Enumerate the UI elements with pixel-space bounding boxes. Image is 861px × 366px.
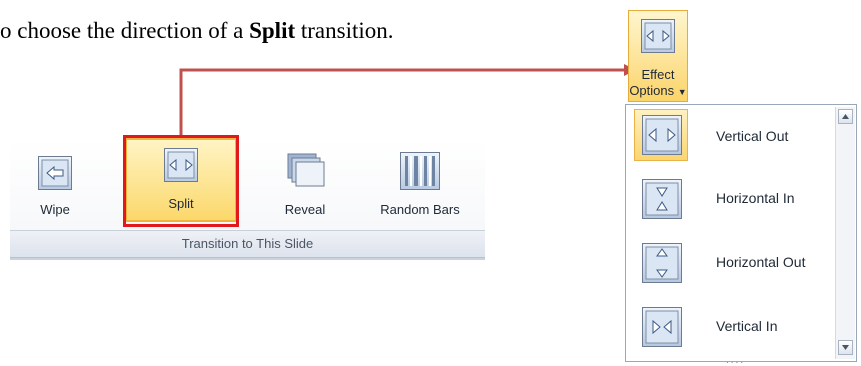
wipe-button[interactable]: Wipe	[25, 144, 85, 224]
chevron-down-icon	[842, 345, 849, 350]
group-label: Transition to This Slide	[10, 230, 485, 258]
menu-item-horizontal-in[interactable]: Horizontal In	[628, 169, 833, 227]
effect-options-dropdown: Vertical Out Horizontal In Horizontal Ou…	[625, 104, 857, 366]
ribbon-divider	[10, 258, 485, 260]
reveal-icon	[286, 152, 326, 190]
reveal-button[interactable]: Reveal	[270, 144, 340, 224]
wipe-label: Wipe	[40, 202, 70, 217]
menu-item-label: Horizontal In	[716, 190, 795, 206]
split-highlight-box	[123, 135, 239, 227]
effect-options-label-line2: Options ▼	[629, 83, 687, 98]
horizontal-in-icon	[642, 179, 682, 219]
wipe-icon	[38, 156, 72, 190]
chevron-up-icon	[842, 114, 849, 119]
scroll-up-button[interactable]	[838, 109, 853, 124]
menu-item-horizontal-out[interactable]: Horizontal Out	[628, 233, 833, 291]
reveal-label: Reveal	[284, 202, 326, 217]
menu-item-label: Vertical In	[716, 318, 778, 334]
transitions-ribbon-group: Wipe Split Reveal Random Bars Transition…	[10, 135, 485, 263]
effect-options-label-line1: Effect	[641, 67, 675, 82]
menu-item-vertical-in[interactable]: Vertical In	[628, 297, 833, 355]
effect-options-label-text: Options	[629, 83, 675, 98]
chevron-down-icon: ▼	[677, 87, 687, 97]
menu-item-label: Horizontal Out	[716, 254, 806, 270]
horizontal-out-icon	[642, 243, 682, 283]
random-bars-button[interactable]: Random Bars	[370, 144, 470, 224]
vertical-in-icon	[642, 307, 682, 347]
scroll-down-button[interactable]	[838, 340, 853, 355]
random-bars-label: Random Bars	[380, 202, 460, 217]
menu-item-label: Vertical Out	[716, 128, 789, 144]
dropdown-scrollbar[interactable]	[835, 107, 855, 359]
vertical-out-icon	[642, 115, 682, 155]
menu-item-vertical-out[interactable]: Vertical Out	[628, 107, 833, 165]
split-vertical-out-icon	[641, 19, 675, 53]
resize-grip[interactable]: ....	[726, 355, 745, 366]
random-bars-icon	[400, 152, 440, 190]
effect-options-button[interactable]: Effect Options ▼	[628, 10, 688, 102]
